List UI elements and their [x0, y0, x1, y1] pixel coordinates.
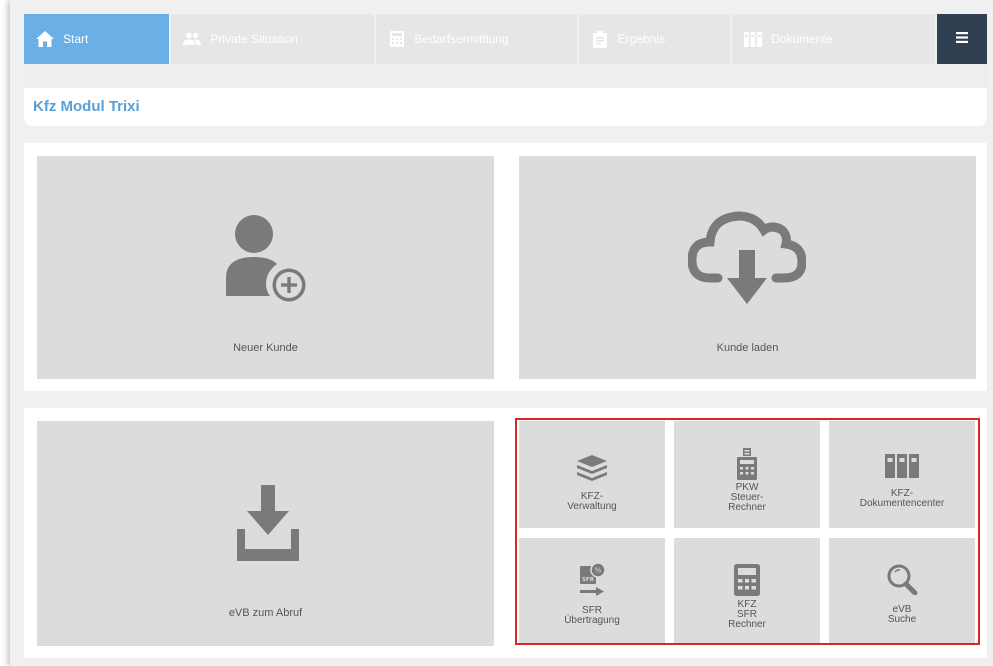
calculator-icon	[388, 31, 406, 47]
add-user-icon	[226, 215, 309, 302]
load-customer-card[interactable]: Kunde laden	[519, 156, 976, 379]
menu-button[interactable]	[937, 14, 987, 64]
tab-label: Bedarfsermittlung	[414, 32, 509, 46]
new-customer-card[interactable]: Neuer Kunde	[37, 156, 494, 379]
tab-label: Ergebnis	[617, 32, 666, 46]
evb-card[interactable]: eVB zum Abruf	[37, 421, 494, 646]
cloud-download-icon	[688, 211, 806, 304]
page-title: Kfz Modul Trixi	[33, 98, 140, 115]
tab-ergebnis[interactable]: Ergebnis	[578, 14, 731, 64]
highlight-box	[515, 418, 980, 645]
tab-start[interactable]: Start	[24, 14, 170, 64]
users-icon	[183, 31, 202, 47]
home-icon	[36, 31, 54, 47]
tab-private-situation[interactable]: Private Situation	[171, 14, 374, 64]
clipboard-icon	[591, 30, 609, 48]
tab-label: Dokumente	[771, 32, 833, 46]
evb-label: eVB zum Abruf	[228, 607, 303, 619]
tab-bedarfsermittlung[interactable]: Bedarfsermittlung	[375, 14, 577, 64]
tab-label: Start	[63, 32, 89, 46]
tab-label: Private Situation	[210, 32, 298, 46]
top-navigation: Start Private Situation Bedarfsermittlun…	[24, 14, 987, 64]
documents-icon	[744, 31, 763, 47]
hamburger-icon	[956, 30, 969, 48]
new-customer-label: Neuer Kunde	[233, 342, 298, 354]
tab-dokumente[interactable]: Dokumente	[732, 14, 936, 64]
download-tray-icon	[237, 485, 299, 561]
load-customer-label: Kunde laden	[716, 342, 779, 354]
sub-header-bar	[24, 64, 987, 88]
page-header: Kfz Modul Trixi	[24, 88, 987, 126]
